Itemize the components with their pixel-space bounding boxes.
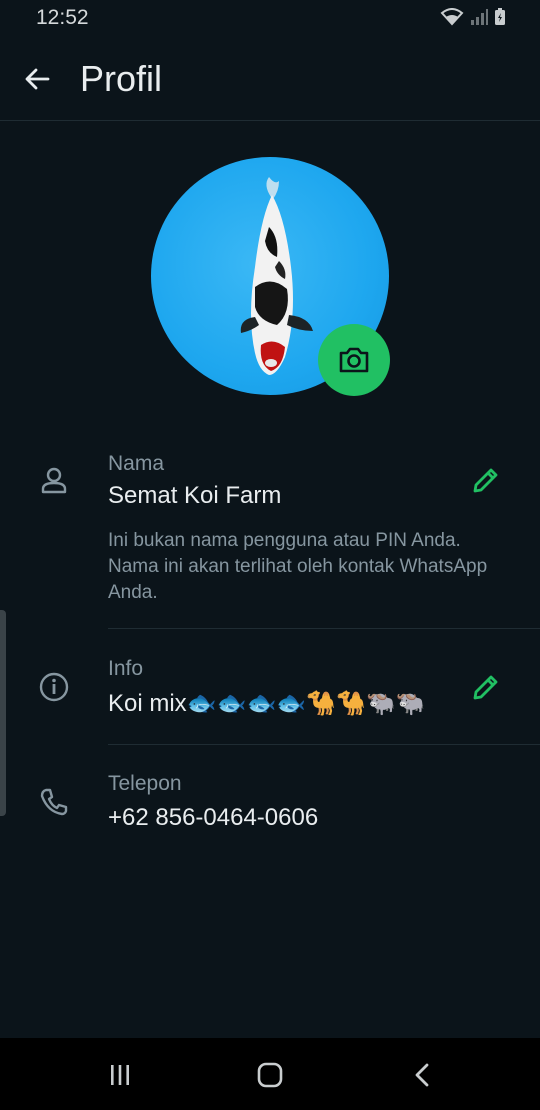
- name-hint: Ini bukan nama pengguna atau PIN Anda. N…: [108, 530, 488, 603]
- app-bar: Profil: [0, 38, 540, 121]
- signal-icon: [471, 9, 488, 25]
- battery-icon: [495, 8, 505, 25]
- phone-label: Telepon: [108, 772, 182, 795]
- profile-photo-area: [151, 157, 390, 396]
- info-icon: [36, 669, 72, 705]
- status-icons: [440, 8, 506, 26]
- change-photo-button[interactable]: [318, 324, 390, 396]
- edge-panel-handle[interactable]: [0, 610, 6, 816]
- edit-info-button[interactable]: [470, 671, 502, 703]
- status-time: 12:52: [36, 6, 89, 29]
- pencil-icon: [473, 675, 498, 700]
- divider: [108, 628, 540, 629]
- pencil-icon: [473, 468, 498, 493]
- name-label: Nama: [108, 452, 165, 475]
- name-row[interactable]: Nama Semat Koi Farm Ini bukan nama pengg…: [0, 440, 540, 630]
- back-button[interactable]: [20, 62, 54, 96]
- camera-icon: [339, 347, 369, 373]
- wifi-icon: [440, 8, 464, 26]
- info-label: Info: [108, 657, 144, 680]
- back-arrow-icon: [25, 68, 50, 90]
- back-nav-button[interactable]: [406, 1060, 438, 1090]
- status-bar: 12:52: [0, 0, 540, 38]
- info-value: Koi mix🐟🐟🐟🐟🐪🐪🐃🐃: [108, 690, 426, 717]
- phone-icon: [36, 784, 72, 820]
- home-icon: [257, 1062, 283, 1088]
- info-row[interactable]: Info Koi mix🐟🐟🐟🐟🐪🐪🐃🐃: [0, 645, 540, 745]
- recents-button[interactable]: [104, 1060, 136, 1090]
- recents-icon: [111, 1065, 129, 1085]
- edit-name-button[interactable]: [470, 464, 502, 496]
- home-button[interactable]: [254, 1060, 286, 1090]
- divider: [108, 744, 540, 745]
- system-nav-bar: [0, 1038, 540, 1110]
- name-value: Semat Koi Farm: [108, 482, 282, 509]
- phone-value: +62 856-0464-0606: [108, 804, 319, 831]
- person-icon: [36, 462, 72, 498]
- back-nav-icon: [415, 1063, 429, 1087]
- page-title: Profil: [80, 58, 163, 99]
- phone-row[interactable]: Telepon +62 856-0464-0606: [0, 760, 540, 850]
